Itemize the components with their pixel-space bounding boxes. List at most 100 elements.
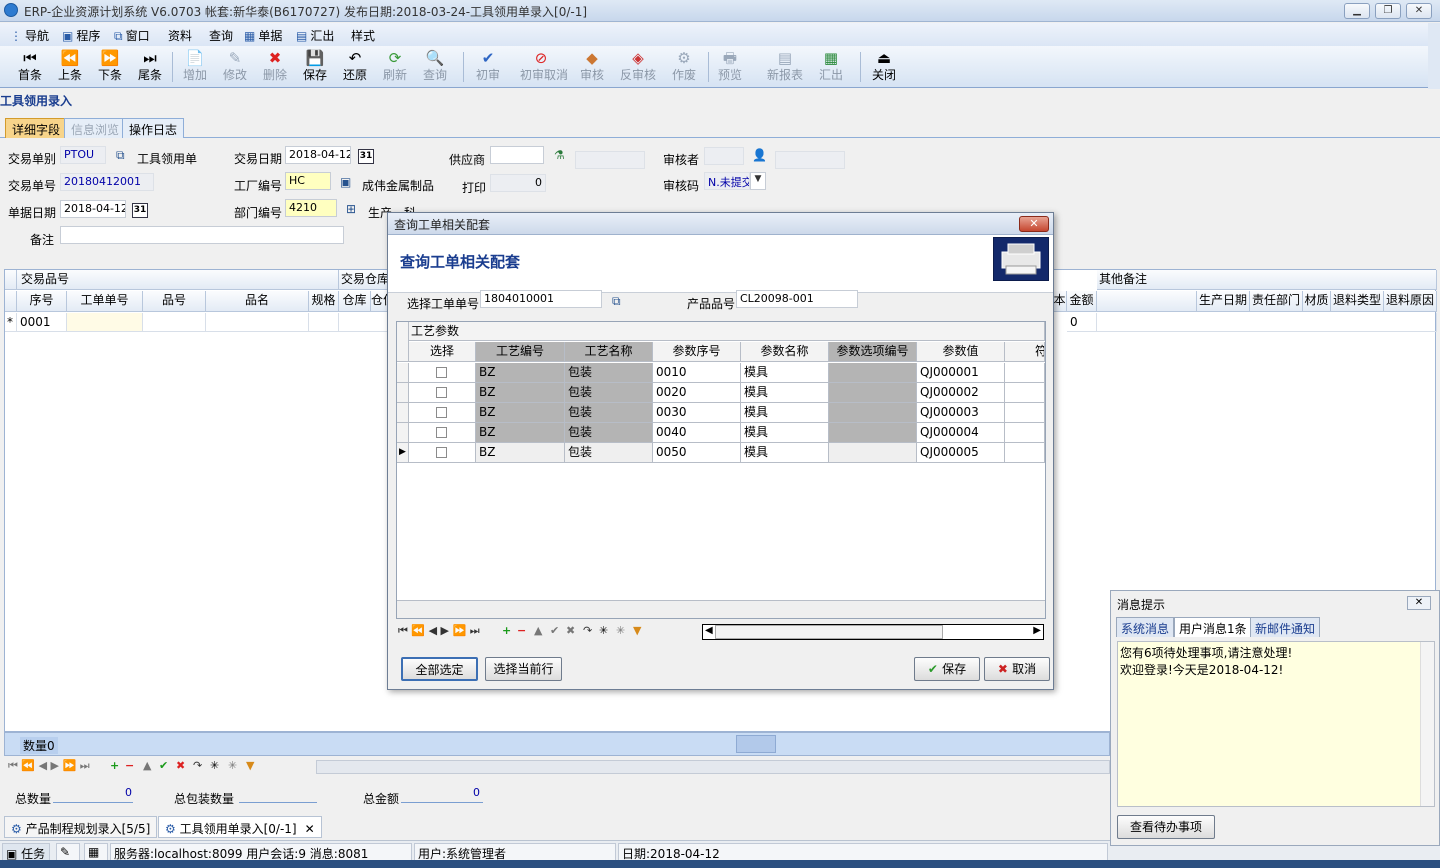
task-button[interactable]: ▣ 任务: [2, 843, 50, 861]
table-row-remarks[interactable]: [1097, 313, 1437, 332]
tab-operation-log[interactable]: 操作日志: [122, 118, 185, 138]
user-icon[interactable]: 👤: [752, 148, 767, 162]
select-checkbox[interactable]: [436, 447, 447, 458]
row-proc-name[interactable]: 包装: [565, 443, 653, 463]
row-param-name[interactable]: 模具: [741, 383, 829, 403]
supplier-field[interactable]: [490, 146, 544, 164]
nav-up-icon[interactable]: ▲: [534, 624, 542, 637]
col-responsible-dept[interactable]: 责任部门: [1250, 291, 1303, 312]
window-tab-tool-requisition[interactable]: ⚙ 工具领用单录入[0/-1] ✕: [158, 816, 322, 838]
col-param-seq[interactable]: 参数序号: [653, 342, 741, 362]
lookup-icon[interactable]: ▣: [340, 175, 351, 189]
table-row-wo-no[interactable]: [67, 313, 143, 332]
col-item-name[interactable]: 品名: [206, 291, 309, 312]
table-row-item-name[interactable]: [206, 313, 309, 332]
menu-data[interactable]: 资料: [168, 27, 192, 44]
nav-delete-icon[interactable]: −: [517, 624, 526, 637]
nav-up-icon[interactable]: ▲: [143, 759, 151, 772]
menu-query[interactable]: 查询: [209, 27, 233, 44]
table-row-warehouse[interactable]: [339, 313, 389, 332]
row-param-name[interactable]: 模具: [741, 403, 829, 423]
supplier-lookup-icon[interactable]: ⚗: [554, 148, 565, 162]
row-proc-no[interactable]: BZ: [476, 443, 565, 463]
tab-detail-fields[interactable]: 详细字段: [5, 118, 68, 138]
nav-cancel-icon[interactable]: ✖: [176, 759, 185, 772]
col-wo-no[interactable]: 工单单号: [67, 291, 143, 312]
menu-window[interactable]: ⧉ 窗口: [114, 27, 150, 44]
next-record-button[interactable]: ⏩ 下条: [90, 48, 130, 86]
nav-funnel-icon[interactable]: ▼: [633, 624, 641, 637]
row-param-name[interactable]: 模具: [741, 423, 829, 443]
col-param-value[interactable]: 参数值: [917, 342, 1005, 362]
row-proc-no[interactable]: BZ: [476, 383, 565, 403]
table-row-select[interactable]: [409, 423, 476, 443]
row-param-option[interactable]: [829, 383, 917, 403]
doc-date-field[interactable]: 2018-04-12: [60, 200, 126, 218]
nav-filter-icon[interactable]: ✳: [599, 624, 608, 637]
col-seq[interactable]: 序号: [17, 291, 67, 312]
message-close-icon[interactable]: ✕: [1407, 596, 1431, 610]
select-current-row-button[interactable]: 选择当前行: [485, 657, 562, 681]
review-code-field[interactable]: N.未提交: [704, 172, 750, 190]
nav-first-icon[interactable]: ⏮ ⏪ ◀ ▶ ⏩ ⏭: [398, 624, 480, 638]
nav-post-icon[interactable]: ✔: [550, 624, 559, 637]
add-button[interactable]: 📄 增加: [175, 48, 215, 86]
void-button[interactable]: ⚙ 作废: [664, 48, 704, 86]
row-param-value[interactable]: QJ000002: [917, 383, 1005, 403]
col-symbol[interactable]: 符: [1005, 342, 1045, 362]
select-checkbox[interactable]: [436, 387, 447, 398]
minimize-button[interactable]: ▁: [1344, 3, 1370, 19]
table-row-select[interactable]: [409, 383, 476, 403]
select-checkbox[interactable]: [436, 407, 447, 418]
dialog-horizontal-scrollbar[interactable]: ◀ ▶: [702, 624, 1044, 640]
select-checkbox[interactable]: [436, 367, 447, 378]
close-button[interactable]: ⏏ 关闭: [864, 48, 904, 86]
table-row-select[interactable]: [409, 363, 476, 383]
col-warehouse[interactable]: 仓库: [339, 291, 371, 312]
table-row-amount[interactable]: 0: [1067, 313, 1097, 332]
row-param-name[interactable]: 模具: [741, 443, 829, 463]
message-scrollbar[interactable]: [1420, 642, 1434, 806]
first-record-button[interactable]: ⏮ 首条: [10, 48, 50, 86]
new-report-button[interactable]: ▤ 新报表: [764, 48, 806, 86]
row-symbol[interactable]: [1005, 423, 1045, 443]
menu-program[interactable]: ▣ 程序: [62, 27, 100, 44]
col-param-name[interactable]: 参数名称: [741, 342, 829, 362]
row-param-option[interactable]: [829, 423, 917, 443]
dept-field[interactable]: 4210: [285, 199, 337, 217]
trade-no-field[interactable]: 20180412001: [60, 173, 154, 191]
window-tab-process-planning[interactable]: ⚙ 产品制程规划录入[5/5]: [4, 816, 158, 838]
table-row-select[interactable]: [409, 443, 476, 463]
export-button[interactable]: ▦ 汇出: [811, 48, 851, 86]
row-proc-name[interactable]: 包装: [565, 383, 653, 403]
row-param-seq[interactable]: 0010: [653, 363, 741, 383]
row-param-seq[interactable]: 0050: [653, 443, 741, 463]
col-item-no[interactable]: 品号: [143, 291, 206, 312]
row-param-seq[interactable]: 0020: [653, 383, 741, 403]
nav-first-icon[interactable]: ⏮ ⏪ ◀ ▶ ⏩ ⏭: [8, 759, 90, 773]
col-production-date[interactable]: 生产日期: [1197, 291, 1250, 312]
row-param-value[interactable]: QJ000004: [917, 423, 1005, 443]
col-proc-no[interactable]: 工艺编号: [476, 342, 565, 362]
calendar-icon[interactable]: 31: [358, 149, 374, 164]
menu-nav[interactable]: ⋮ 导航: [10, 27, 49, 44]
restore-button[interactable]: ❐: [1375, 3, 1401, 19]
chevron-down-icon[interactable]: ▼: [750, 172, 766, 190]
row-param-value[interactable]: QJ000005: [917, 443, 1005, 463]
row-param-option[interactable]: [829, 443, 917, 463]
preview-button[interactable]: 🖶 预览: [710, 48, 750, 86]
row-param-seq[interactable]: 0040: [653, 423, 741, 443]
tab-new-mail[interactable]: 新邮件通知: [1250, 617, 1321, 637]
menu-export[interactable]: ▤ 汇出: [296, 27, 334, 44]
row-proc-no[interactable]: BZ: [476, 403, 565, 423]
cancel-initial-review-button[interactable]: ⊘ 初审取消: [520, 48, 568, 86]
unapprove-button[interactable]: ◈ 反审核: [618, 48, 658, 86]
remark-field[interactable]: [60, 226, 344, 244]
row-symbol[interactable]: [1005, 363, 1045, 383]
query-button[interactable]: 🔍 查询: [415, 48, 455, 86]
tab-user-messages[interactable]: 用户消息1条: [1174, 617, 1252, 637]
approve-button[interactable]: ◆ 审核: [572, 48, 612, 86]
nav-star-icon[interactable]: ✳: [616, 624, 625, 637]
row-proc-no[interactable]: BZ: [476, 363, 565, 383]
dialog-cancel-button[interactable]: ✖ 取消: [984, 657, 1050, 681]
